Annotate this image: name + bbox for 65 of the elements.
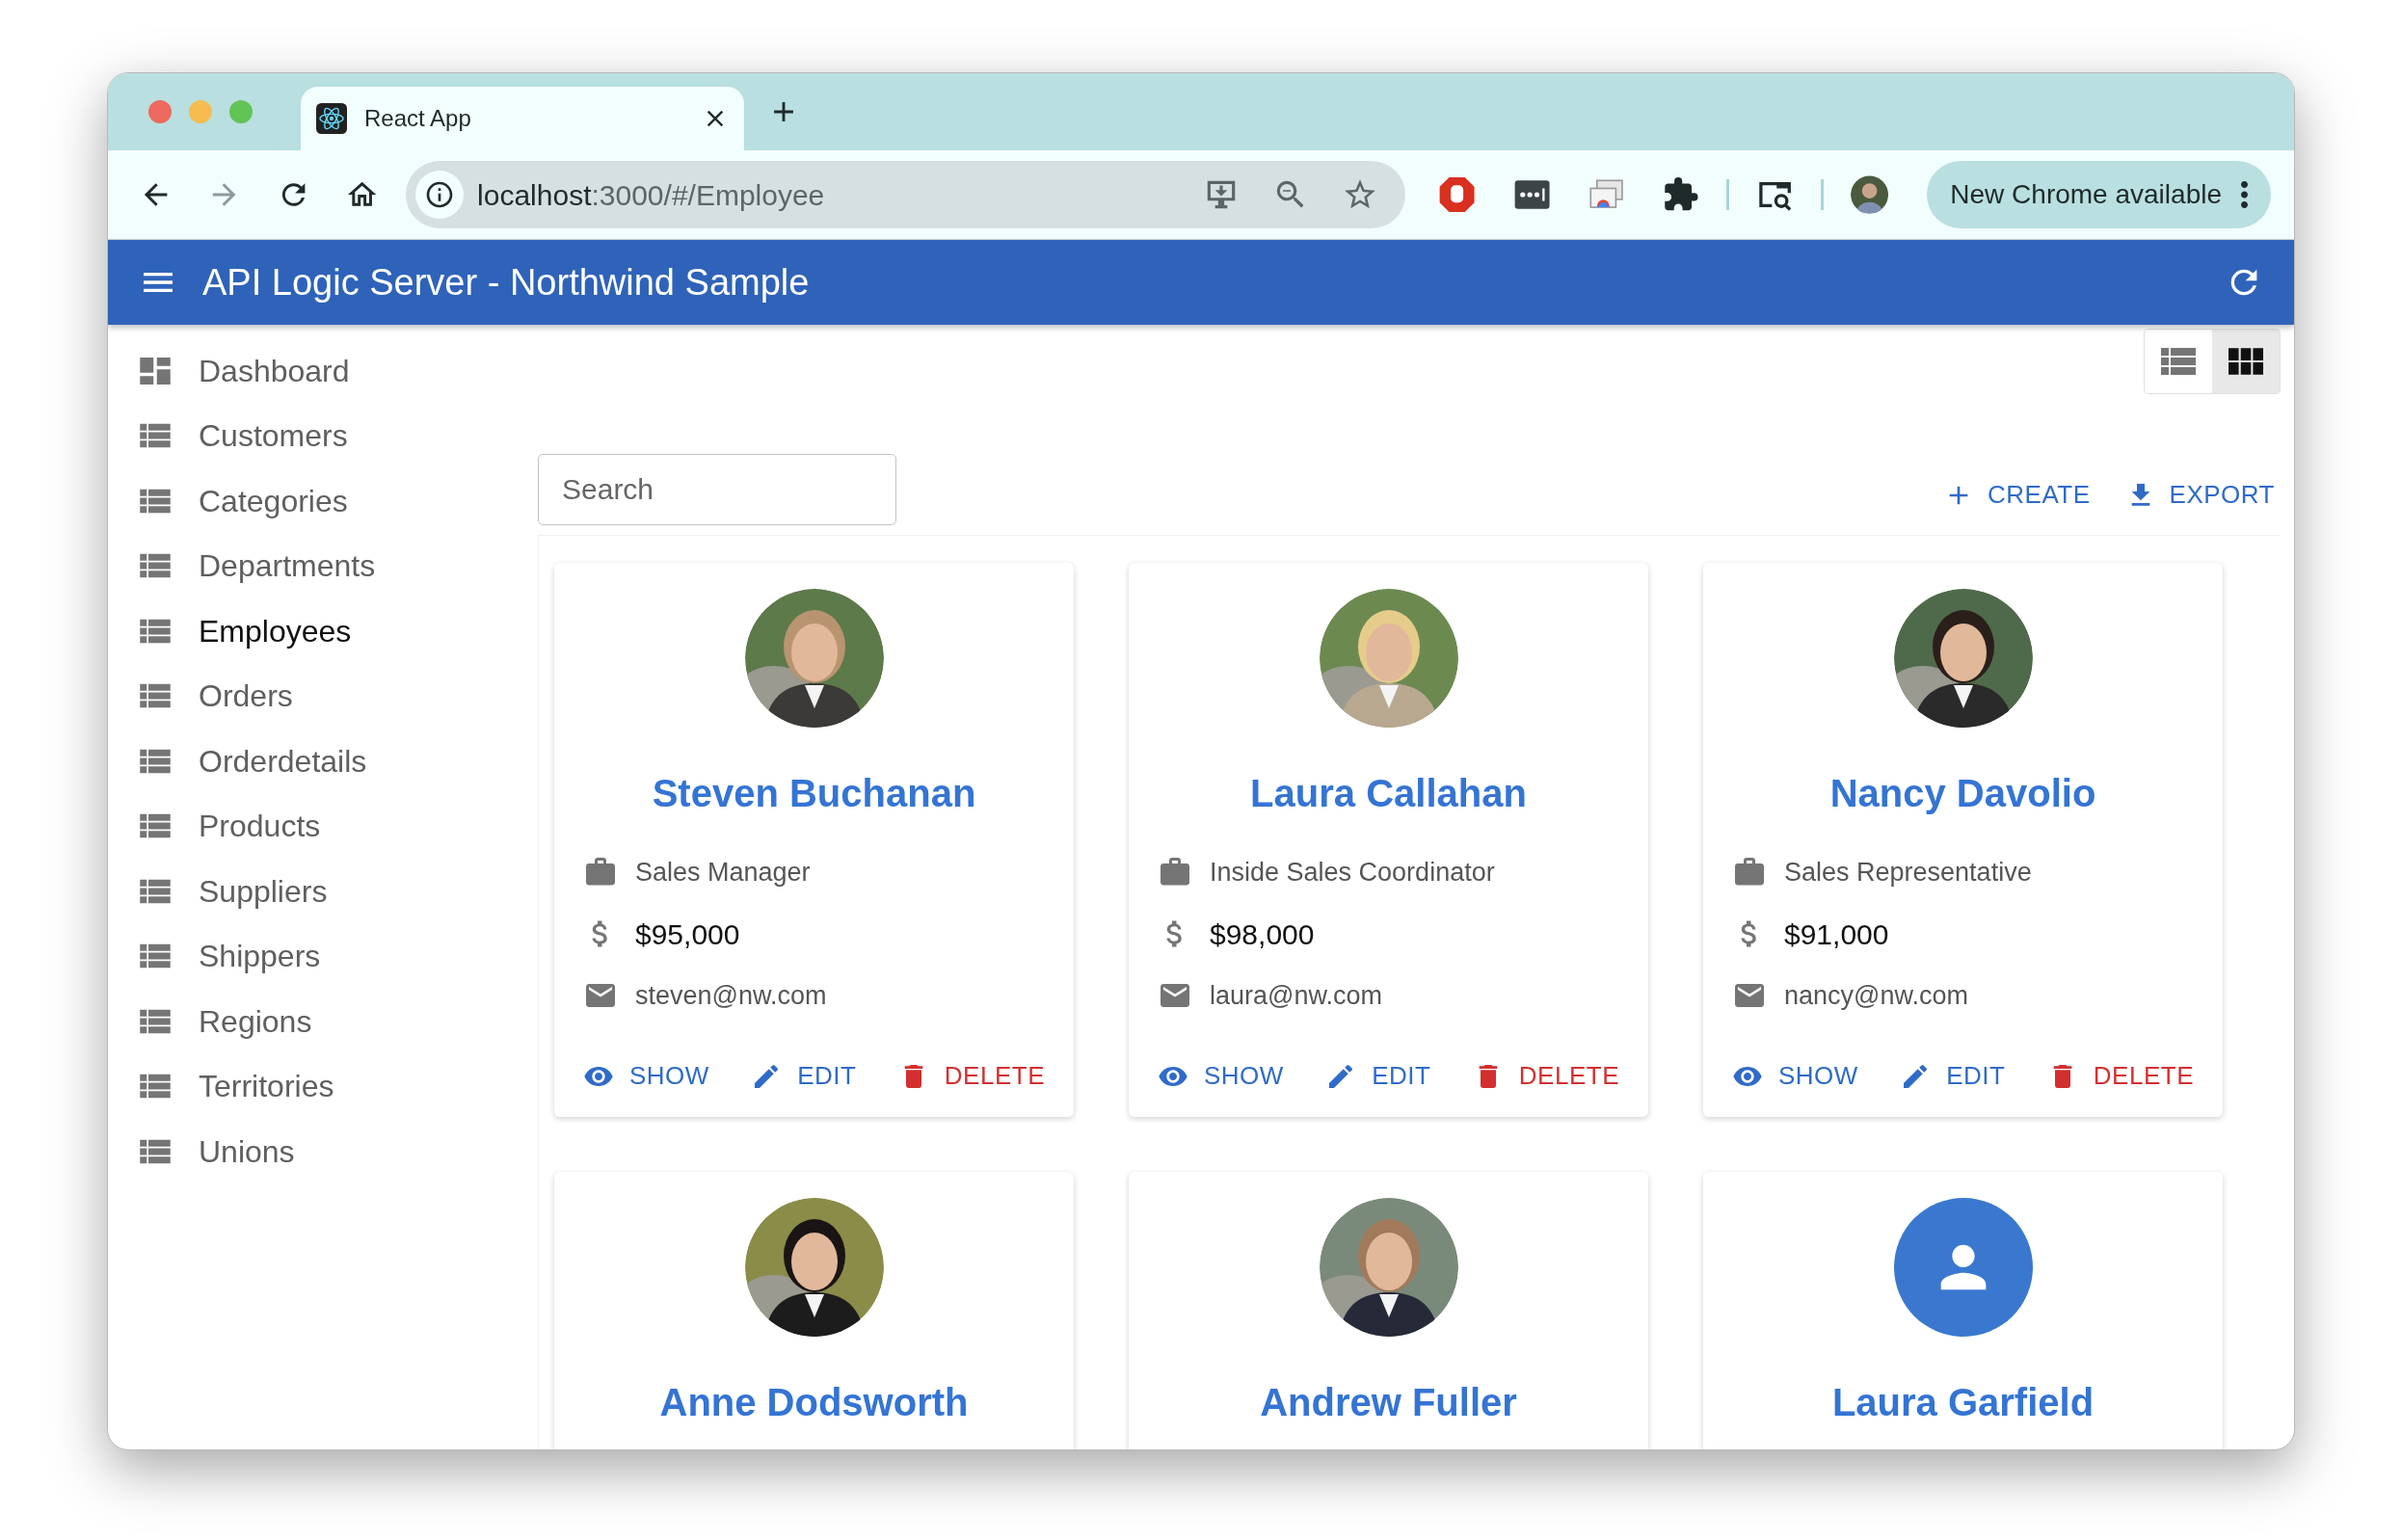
edit-button[interactable]: EDIT [1325,1057,1431,1095]
atom-icon [316,103,347,134]
sidebar-item[interactable]: Territories [108,1053,522,1119]
tab-title: React App [364,104,472,133]
sidebar-item[interactable]: Orderdetails [108,729,522,794]
sidebar-item[interactable]: Products [108,793,522,859]
email: laura@nw.com [1210,979,1382,1012]
list-icon [139,422,172,450]
delete-button[interactable]: DELETE [2046,1057,2194,1095]
grid-icon [2229,348,2263,375]
create-button[interactable]: CREATE [1943,476,2091,514]
employee-name[interactable]: Steven Buchanan [652,764,976,822]
browser-tab[interactable]: React App [301,87,744,150]
employee-name[interactable]: Nancy Davolio [1829,764,2096,822]
sidebar-item[interactable]: Dashboard [108,338,522,404]
sidebar-item[interactable]: Shippers [108,923,522,989]
url-text: localhost:3000/#/Employee [477,177,826,213]
list-icon [2161,348,2196,375]
list-icon [139,943,172,970]
search-field[interactable]: Search [538,454,896,525]
job-title: Sales Manager [635,856,811,889]
sidebar-item[interactable]: Suppliers [108,859,522,924]
delete-button[interactable]: DELETE [1472,1057,1619,1095]
employee-name[interactable]: Andrew Fuller [1260,1373,1517,1431]
employee-name[interactable]: Laura Garfield [1831,1373,2095,1431]
salary: $91,000 [1784,916,1889,952]
sidebar-item[interactable]: Unions [108,1119,522,1184]
show-button[interactable]: SHOW [1732,1057,1858,1095]
list-icon [139,747,172,775]
more-icon [2241,181,2248,208]
job-title: Sales Representative [1784,856,2032,889]
job-title: Inside Sales Coordinator [1210,856,1495,889]
list-icon [139,487,172,515]
list-icon [139,617,172,645]
list-icon [139,682,172,710]
sidebar-item[interactable]: Departments [108,533,522,598]
list-icon [139,1137,172,1165]
sidebar-item[interactable]: Employees [108,598,522,664]
list-icon [139,1007,172,1035]
dashboard-icon [139,357,172,385]
grid-view-button[interactable] [2212,330,2280,393]
employee-name[interactable]: Anne Dodsworth [659,1373,969,1431]
list-icon [139,812,172,840]
list-icon [139,552,172,580]
email: steven@nw.com [635,979,827,1012]
list-icon [139,877,172,905]
list-icon [139,1073,172,1101]
app-title: API Logic Server - Northwind Sample [202,260,811,305]
show-button[interactable]: SHOW [583,1057,709,1095]
employee-name[interactable]: Laura Callahan [1250,764,1527,822]
export-button[interactable]: EXPORT [2124,476,2275,514]
sidebar-item[interactable]: Customers [108,403,522,468]
salary: $98,000 [1210,916,1315,952]
delete-button[interactable]: DELETE [897,1057,1045,1095]
email: nancy@nw.com [1784,979,1968,1012]
sidebar-item[interactable]: Regions [108,989,522,1054]
update-button[interactable]: New Chrome available [1927,161,2271,228]
salary: $95,000 [635,916,740,952]
edit-button[interactable]: EDIT [1900,1057,2006,1095]
address-bar[interactable]: localhost:3000/#/Employee [406,161,1406,228]
sidebar-item[interactable]: Orders [108,663,522,729]
show-button[interactable]: SHOW [1158,1057,1284,1095]
edit-button[interactable]: EDIT [751,1057,857,1095]
sidebar-item[interactable]: Categories [108,468,522,534]
profile-avatar[interactable] [1851,175,1889,214]
